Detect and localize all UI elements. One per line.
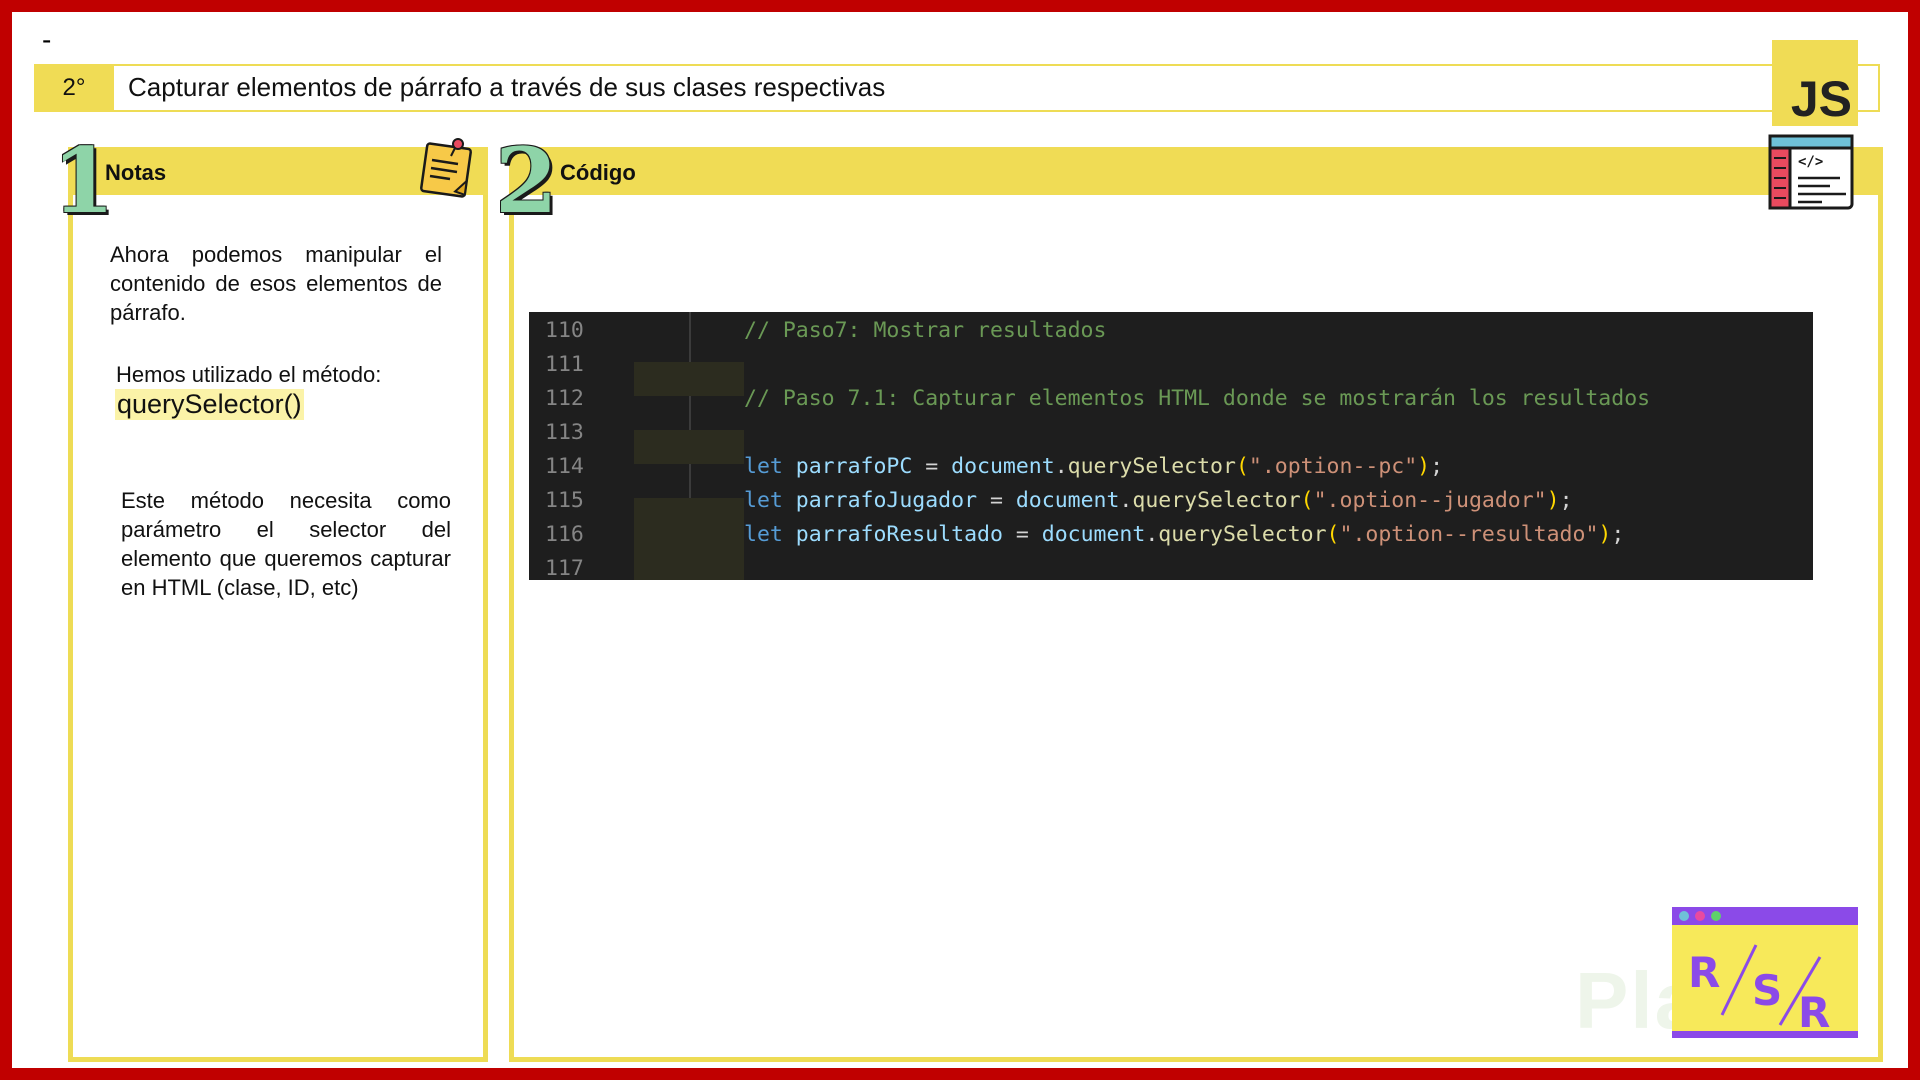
- code-comment: // Paso 7.1: Capturar elementos HTML don…: [744, 386, 1651, 411]
- line-number: 113: [545, 420, 584, 445]
- svg-text:</>: </>: [1798, 154, 1823, 170]
- line-number: 112: [545, 386, 584, 411]
- svg-text:S: S: [1752, 966, 1782, 1015]
- line-number: 114: [545, 454, 584, 479]
- code-statement: let parrafoPC = document.querySelector("…: [744, 454, 1444, 479]
- code-statement: let parrafoResultado = document.querySel…: [744, 522, 1625, 547]
- code-comment: // Paso7: Mostrar resultados: [744, 318, 1107, 343]
- code-line: 111: [529, 346, 1813, 380]
- svg-text:R: R: [1798, 988, 1830, 1037]
- line-number: 116: [545, 522, 584, 547]
- method-highlight: querySelector(): [115, 389, 304, 420]
- line-number: 117: [545, 556, 584, 580]
- notes-paragraph-3: Este método necesita como parámetro el s…: [121, 488, 451, 600]
- notes-title: Notas: [105, 160, 167, 185]
- notes-paragraph-2: Hemos utilizado el método:: [116, 362, 382, 387]
- line-number: 111: [545, 352, 584, 377]
- code-editor: 110 // Paso7: Mostrar resultados 111 112…: [529, 312, 1813, 580]
- js-logo-text: JS: [1790, 71, 1852, 127]
- code-title: Código: [560, 160, 636, 185]
- line-number: 115: [545, 488, 584, 513]
- sticky-note-icon: [420, 138, 472, 198]
- code-line: 114 let parrafoPC = document.querySelect…: [529, 448, 1813, 532]
- code-line: 117: [529, 550, 1813, 580]
- line-number: 110: [545, 318, 584, 343]
- code-line: 115 let parrafoJugador = document.queryS…: [529, 482, 1813, 566]
- svg-text:R: R: [1688, 948, 1720, 997]
- code-line: 113: [529, 414, 1813, 448]
- js-logo-icon: JS: [1772, 40, 1858, 126]
- rsr-badge-icon: R S R: [1672, 907, 1858, 1038]
- code-statement: let parrafoJugador = document.querySelec…: [744, 488, 1573, 513]
- code-line: 112 // Paso 7.1: Capturar elementos HTML…: [529, 380, 1813, 464]
- dash-mark: -: [42, 24, 52, 55]
- slide-title: Capturar elementos de párrafo a través d…: [128, 72, 886, 102]
- code-header: [509, 147, 1883, 195]
- code-line: 110 // Paso7: Mostrar resultados: [529, 312, 1813, 396]
- code-number: 2: [495, 128, 558, 234]
- code-window-icon: </>: [1768, 134, 1854, 210]
- code-line: 116 let parrafoResultado = document.quer…: [529, 516, 1813, 580]
- step-number: 2°: [34, 64, 114, 112]
- notes-paragraph-1: Ahora podemos manipular el contenido de …: [110, 242, 442, 325]
